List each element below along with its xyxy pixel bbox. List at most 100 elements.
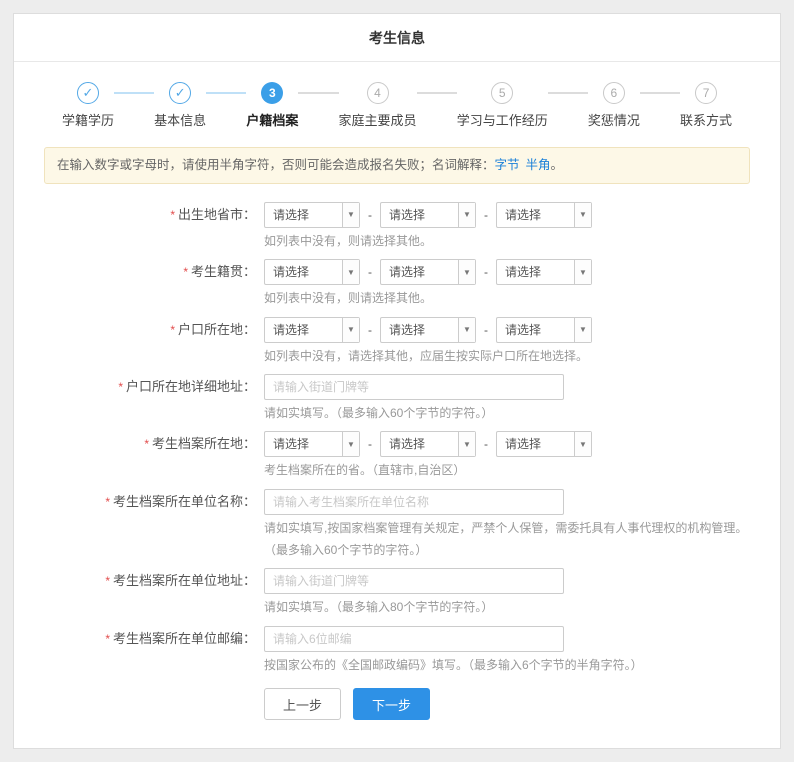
stepper: ✓ 学籍学历 ✓ 基本信息 3 户籍档案 4 家庭主要成员 5 学习与工作经历 xyxy=(14,62,780,141)
step-symbol: ✓ xyxy=(175,85,186,101)
step-number-badge: 4 xyxy=(367,82,389,104)
page: 考生信息 ✓ 学籍学历 ✓ 基本信息 3 户籍档案 4 家庭主要成员 xyxy=(0,0,794,762)
archive-province-select[interactable]: 请选择 xyxy=(264,431,360,457)
separator: - xyxy=(368,323,372,337)
native-place-city-select[interactable]: 请选择 xyxy=(380,259,476,285)
household-address-row: *户口所在地详细地址： 请如实填写。（最多输入60个字节的字符。） xyxy=(14,374,780,422)
select-wrapper: 请选择 ▼ xyxy=(496,317,592,343)
step-symbol: ✓ xyxy=(83,85,94,101)
field-hint: 请如实填写。（最多输入80个字节的字符。） xyxy=(264,599,780,616)
step-contact-info[interactable]: 7 联系方式 xyxy=(680,82,732,129)
birthplace-row: *出生地省市： 请选择 ▼ - 请选择 ▼ - xyxy=(14,202,780,250)
field-hint: 请如实填写,按国家档案管理有关规定，严禁个人保管，需委托具有人事代理权的机构管理… xyxy=(264,520,780,537)
field-label: *考生籍贯： xyxy=(14,259,264,307)
step-symbol: 4 xyxy=(374,86,381,100)
field-hint: 如列表中没有，则请选择其他。 xyxy=(264,233,780,250)
required-mark: * xyxy=(105,632,110,646)
step-connector xyxy=(417,92,457,94)
field-hint: 如列表中没有，请选择其他，应届生按实际户口所在地选择。 xyxy=(264,348,780,365)
next-button[interactable]: 下一步 xyxy=(353,688,430,720)
select-wrapper: 请选择 ▼ xyxy=(496,259,592,285)
select-wrapper: 请选择 ▼ xyxy=(380,317,476,343)
step-label: 家庭主要成员 xyxy=(339,110,417,129)
step-label: 基本信息 xyxy=(154,110,206,129)
step-number-badge: 5 xyxy=(491,82,513,104)
birthplace-province-select[interactable]: 请选择 xyxy=(264,202,360,228)
required-mark: * xyxy=(183,265,188,279)
select-wrapper: 请选择 ▼ xyxy=(496,431,592,457)
check-icon: ✓ xyxy=(169,82,191,104)
step-academic-record[interactable]: ✓ 学籍学历 xyxy=(62,82,114,129)
field-hint: 请如实填写。（最多输入60个字节的字符。） xyxy=(264,405,780,422)
select-wrapper: 请选择 ▼ xyxy=(380,202,476,228)
separator: - xyxy=(368,437,372,451)
notice-link-halfwidth[interactable]: 半角 xyxy=(526,158,551,172)
archive-district-select[interactable]: 请选择 xyxy=(496,431,592,457)
archive-unit-zipcode-input[interactable] xyxy=(264,626,564,652)
archive-unit-zipcode-row: *考生档案所在单位邮编： 按国家公布的《全国邮政编码》填写。（最多输入6个字节的… xyxy=(14,626,780,674)
archive-unit-name-row: *考生档案所在单位名称： 请如实填写,按国家档案管理有关规定，严禁个人保管，需委… xyxy=(14,489,780,560)
field-label: *出生地省市： xyxy=(14,202,264,250)
household-location-row: *户口所在地： 请选择 ▼ - 请选择 ▼ - xyxy=(14,317,780,365)
step-connector xyxy=(298,92,338,94)
separator: - xyxy=(484,437,488,451)
required-mark: * xyxy=(170,323,175,337)
step-symbol: 6 xyxy=(611,86,618,100)
check-icon: ✓ xyxy=(77,82,99,104)
separator: - xyxy=(368,208,372,222)
step-connector xyxy=(548,92,588,94)
step-connector xyxy=(206,92,246,94)
field-label: *户口所在地详细地址： xyxy=(14,374,264,422)
step-label: 学籍学历 xyxy=(62,110,114,129)
step-number-badge: 6 xyxy=(603,82,625,104)
step-household-archive[interactable]: 3 户籍档案 xyxy=(246,82,298,129)
household-district-select[interactable]: 请选择 xyxy=(496,317,592,343)
field-hint-2: （最多输入60个字节的字符。） xyxy=(264,542,780,559)
birthplace-city-select[interactable]: 请选择 xyxy=(380,202,476,228)
select-wrapper: 请选择 ▼ xyxy=(264,431,360,457)
native-place-district-select[interactable]: 请选择 xyxy=(496,259,592,285)
required-mark: * xyxy=(118,380,123,394)
archive-city-select[interactable]: 请选择 xyxy=(380,431,476,457)
step-symbol: 7 xyxy=(703,86,710,100)
step-symbol: 5 xyxy=(499,86,506,100)
step-study-work-history[interactable]: 5 学习与工作经历 xyxy=(457,82,548,129)
separator: - xyxy=(368,265,372,279)
step-connector xyxy=(640,92,680,94)
notice-text: 在输入数字或字母时，请使用半角字符，否则可能会造成报名失败；名词解释： xyxy=(57,158,495,172)
archive-unit-name-input[interactable] xyxy=(264,489,564,515)
household-province-select[interactable]: 请选择 xyxy=(264,317,360,343)
step-family-members[interactable]: 4 家庭主要成员 xyxy=(339,82,417,129)
field-label: *考生档案所在地： xyxy=(14,431,264,479)
household-address-input[interactable] xyxy=(264,374,564,400)
native-place-row: *考生籍贯： 请选择 ▼ - 请选择 ▼ - xyxy=(14,259,780,307)
step-basic-info[interactable]: ✓ 基本信息 xyxy=(154,82,206,129)
field-hint: 考生档案所在的省。（直辖市,自治区） xyxy=(264,462,780,479)
select-wrapper: 请选择 ▼ xyxy=(264,317,360,343)
select-wrapper: 请选择 ▼ xyxy=(380,431,476,457)
native-place-province-select[interactable]: 请选择 xyxy=(264,259,360,285)
birthplace-district-select[interactable]: 请选择 xyxy=(496,202,592,228)
page-title: 考生信息 xyxy=(14,14,780,62)
field-label: *考生档案所在单位地址： xyxy=(14,568,264,616)
step-label: 奖惩情况 xyxy=(588,110,640,129)
step-symbol: 3 xyxy=(269,86,276,100)
archive-location-row: *考生档案所在地： 请选择 ▼ - 请选择 ▼ - xyxy=(14,431,780,479)
field-label: *考生档案所在单位名称： xyxy=(14,489,264,560)
select-wrapper: 请选择 ▼ xyxy=(380,259,476,285)
step-label: 户籍档案 xyxy=(246,110,298,129)
step-rewards-punishments[interactable]: 6 奖惩情况 xyxy=(588,82,640,129)
household-archive-form: *出生地省市： 请选择 ▼ - 请选择 ▼ - xyxy=(14,184,780,749)
archive-unit-address-row: *考生档案所在单位地址： 请如实填写。（最多输入80个字节的字符。） xyxy=(14,568,780,616)
candidate-info-card: 考生信息 ✓ 学籍学历 ✓ 基本信息 3 户籍档案 4 家庭主要成员 xyxy=(13,13,781,749)
prev-button[interactable]: 上一步 xyxy=(264,688,341,720)
select-wrapper: 请选择 ▼ xyxy=(264,202,360,228)
separator: - xyxy=(484,265,488,279)
archive-unit-address-input[interactable] xyxy=(264,568,564,594)
required-mark: * xyxy=(105,574,110,588)
field-label: *考生档案所在单位邮编： xyxy=(14,626,264,674)
required-mark: * xyxy=(105,495,110,509)
separator: - xyxy=(484,208,488,222)
notice-link-byte[interactable]: 字节 xyxy=(495,158,520,172)
household-city-select[interactable]: 请选择 xyxy=(380,317,476,343)
